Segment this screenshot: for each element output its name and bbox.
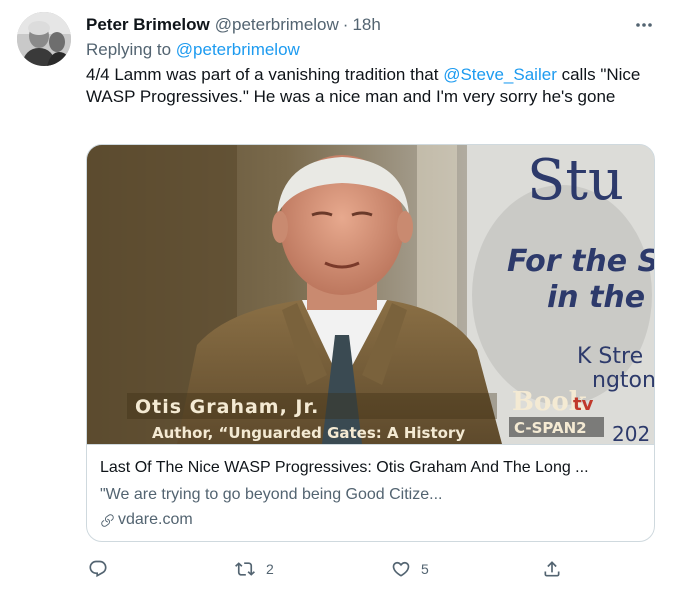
like-count: 5 bbox=[421, 561, 429, 577]
bg-banner-line3: K Stre bbox=[577, 344, 643, 369]
card-image[interactable]: Stu For the S in the K Stre ngton 202 Ot… bbox=[87, 145, 654, 444]
link-card[interactable]: Stu For the S in the K Stre ngton 202 Ot… bbox=[86, 144, 655, 542]
card-description: "We are trying to go beyond being Good C… bbox=[100, 486, 443, 503]
caption-subtitle: Author, “Unguarded Gates: A History bbox=[152, 424, 465, 442]
tweet-header: Peter Brimelow @peterbrimelow · 18h bbox=[86, 13, 657, 37]
share-button[interactable] bbox=[542, 556, 562, 582]
like-button[interactable]: 5 bbox=[391, 556, 429, 582]
more-options-button[interactable] bbox=[633, 14, 655, 36]
retweet-count: 2 bbox=[266, 561, 274, 577]
video-still: Stu For the S in the K Stre ngton 202 Ot… bbox=[87, 145, 654, 444]
reply-button[interactable] bbox=[88, 556, 118, 582]
card-domain-text: vdare.com bbox=[118, 511, 193, 528]
author-name[interactable]: Peter Brimelow bbox=[86, 15, 210, 35]
separator-dot: · bbox=[342, 15, 349, 34]
avatar-photo bbox=[17, 12, 71, 66]
card-title[interactable]: Last Of The Nice WASP Progressives: Otis… bbox=[100, 459, 645, 477]
bg-banner-line1: For the S bbox=[507, 244, 654, 279]
caption-name: Otis Graham, Jr. bbox=[135, 396, 319, 418]
retweet-icon bbox=[235, 562, 255, 576]
tweet-text: 4/4 Lamm was part of a vanishing traditi… bbox=[86, 64, 656, 108]
replying-to: Replying to @peterbrimelow bbox=[86, 40, 300, 60]
mention-link[interactable]: @Steve_Sailer bbox=[443, 65, 557, 84]
retweet-button[interactable]: 2 bbox=[234, 556, 274, 582]
author-handle[interactable]: @peterbrimelow bbox=[215, 15, 339, 35]
replying-prefix: Replying to bbox=[86, 40, 172, 59]
timestamp[interactable]: 18h bbox=[352, 15, 380, 35]
link-icon bbox=[101, 513, 114, 527]
network-logo: Book tv C-SPAN2 bbox=[509, 387, 604, 437]
tweet[interactable]: Peter Brimelow @peterbrimelow · 18h Repl… bbox=[0, 0, 677, 596]
card-domain: vdare.com bbox=[100, 511, 193, 529]
share-icon bbox=[544, 561, 560, 577]
bg-banner-line4: ngton bbox=[592, 368, 654, 393]
card-text[interactable]: Last Of The Nice WASP Progressives: Otis… bbox=[87, 444, 654, 541]
tweet-text-start: 4/4 Lamm was part of a vanishing traditi… bbox=[86, 65, 444, 84]
bg-banner-line5: 202 bbox=[612, 422, 650, 444]
cspan2-logo: C-SPAN2 bbox=[514, 419, 587, 437]
tweet-actions: 2 5 bbox=[86, 556, 566, 582]
bg-sign-text: Stu bbox=[527, 148, 624, 213]
booktv-logo-tv: tv bbox=[573, 394, 594, 415]
reply-icon bbox=[89, 560, 107, 578]
more-icon bbox=[636, 23, 652, 27]
avatar[interactable] bbox=[17, 12, 71, 66]
replying-to-link[interactable]: @peterbrimelow bbox=[176, 40, 300, 59]
bg-banner-line2: in the bbox=[547, 280, 645, 315]
like-icon bbox=[392, 561, 410, 577]
